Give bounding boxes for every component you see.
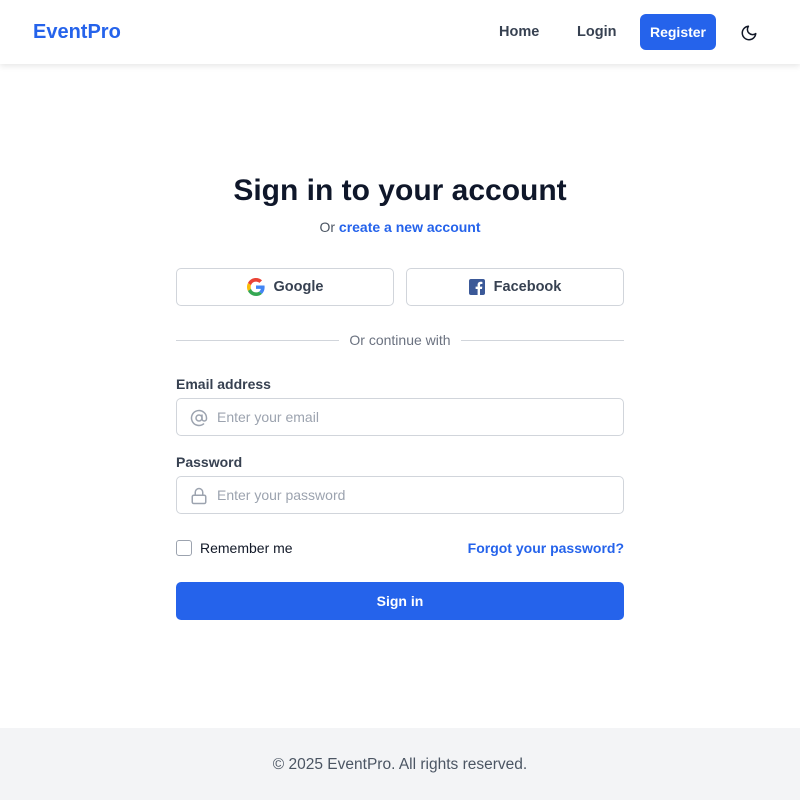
page-title: Sign in to your account [233,174,567,207]
email-field-wrapper [176,398,624,436]
email-input[interactable] [217,399,617,435]
nav-login-link[interactable]: Login [577,22,616,42]
facebook-signin-button[interactable]: Facebook [406,268,624,306]
theme-toggle-button[interactable] [738,22,760,44]
register-button[interactable]: Register [640,14,716,50]
nav-home-link[interactable]: Home [499,22,539,42]
facebook-icon [468,279,485,295]
footer: © 2025 EventPro. All rights reserved. [0,728,800,800]
page-subtitle: Or create a new account [0,218,800,236]
sign-in-button[interactable]: Sign in [176,582,624,620]
lock-icon [189,486,209,506]
forgot-password-link[interactable]: Forgot your password? [468,540,624,556]
divider-line-right [461,340,624,341]
divider-text: Or continue with [349,332,451,348]
top-nav-bar: EventPro Home Login Register [0,0,800,64]
google-icon [246,278,265,296]
password-input[interactable] [217,477,617,513]
google-signin-button[interactable]: Google [176,268,394,306]
password-label: Password [176,454,243,470]
facebook-button-label: Facebook [493,279,562,295]
brand-logo[interactable]: EventPro [33,20,121,44]
password-field-wrapper [176,476,624,514]
create-account-link[interactable]: create a new account [339,219,481,235]
divider-line-left [176,340,339,341]
footer-copyright: © 2025 EventPro. All rights reserved. [272,756,528,773]
email-label: Email address [176,376,271,392]
subtitle-prefix: Or [319,219,336,235]
remember-me-label[interactable]: Remember me [200,540,293,556]
at-sign-icon [189,408,209,428]
google-button-label: Google [273,279,324,295]
moon-icon [740,24,758,42]
remember-me-checkbox[interactable] [176,540,192,556]
